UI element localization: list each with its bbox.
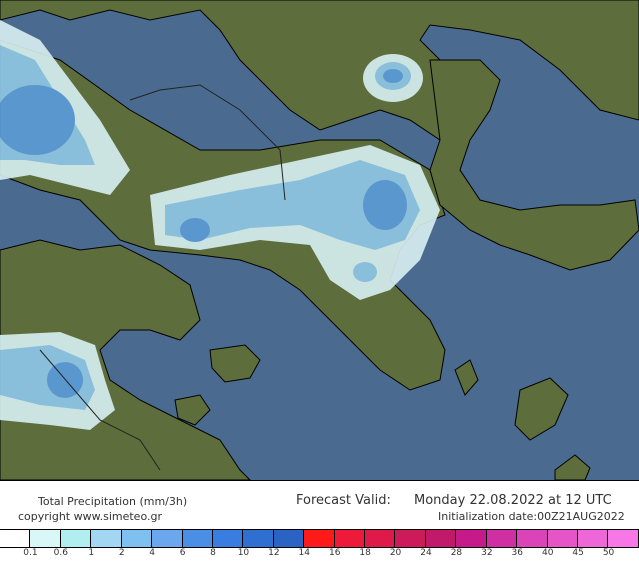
legend-swatch — [273, 530, 305, 547]
forecast-valid-label: Forecast Valid: — [296, 493, 391, 508]
legend-swatch — [456, 530, 487, 547]
legend-swatch — [486, 530, 518, 547]
legend-tick-label: 8 — [210, 548, 216, 558]
legend-tick-label: 0.6 — [53, 548, 69, 558]
legend-tick-label: 20 — [389, 548, 402, 558]
legend-tick-label: 0.1 — [23, 548, 38, 558]
legend-swatch — [365, 530, 396, 547]
legend-tick-label: 28 — [450, 548, 463, 558]
legend-tick-label: 24 — [420, 548, 432, 558]
legend-swatch — [517, 530, 548, 547]
precipitation-map — [0, 0, 639, 480]
legend-swatch — [395, 530, 426, 547]
footer: Total Precipitation (mm/3h) copyright ww… — [0, 480, 639, 577]
legend-tick-label: 18 — [359, 548, 371, 558]
legend-tick-label: 40 — [541, 548, 554, 558]
legend-title: Total Precipitation (mm/3h) — [38, 495, 188, 508]
legend-tick-label: 6 — [179, 548, 186, 558]
legend-tick-label: 2 — [118, 548, 125, 558]
legend-swatch — [547, 530, 579, 547]
color-legend — [0, 529, 639, 548]
legend-swatch — [212, 530, 244, 547]
legend-swatch — [334, 530, 366, 547]
legend-tick-label: 4 — [149, 548, 156, 558]
legend-swatch — [152, 530, 183, 547]
legend-swatch — [304, 530, 335, 547]
legend-swatch — [30, 530, 61, 547]
legend-swatch — [121, 530, 153, 547]
legend-swatch — [243, 530, 274, 547]
legend-swatch — [578, 530, 609, 547]
copyright-text: copyright www.simeteo.gr — [18, 510, 162, 523]
legend-tick-label: 1 — [88, 548, 95, 558]
legend-swatch — [0, 530, 31, 547]
initialization-date: Initialization date:00Z21AUG2022 — [438, 510, 625, 523]
legend-swatch — [182, 530, 213, 547]
forecast-valid-value: Monday 22.08.2022 at 12 UTC — [414, 493, 612, 508]
legend-tick-label: 50 — [602, 548, 615, 558]
legend-tick-label: 36 — [511, 548, 524, 558]
legend-tick-label: 14 — [298, 548, 311, 558]
legend-tick-label: 45 — [572, 548, 584, 558]
legend-swatch — [91, 530, 122, 547]
legend-tick-label: 16 — [328, 548, 341, 558]
legend-ticks: 0.1 0.6 1 2 4 6 8 10 12 14 16 18 20 24 28 32 36 40 45 50 — [0, 548, 639, 562]
precip-north-east — [363, 54, 423, 102]
legend-swatch — [608, 530, 639, 547]
legend-tick-label: 10 — [237, 548, 250, 558]
legend-tick-label: 32 — [481, 548, 493, 558]
legend-tick-label: 12 — [268, 548, 280, 558]
legend-swatch — [60, 530, 92, 547]
legend-swatch — [425, 530, 457, 547]
